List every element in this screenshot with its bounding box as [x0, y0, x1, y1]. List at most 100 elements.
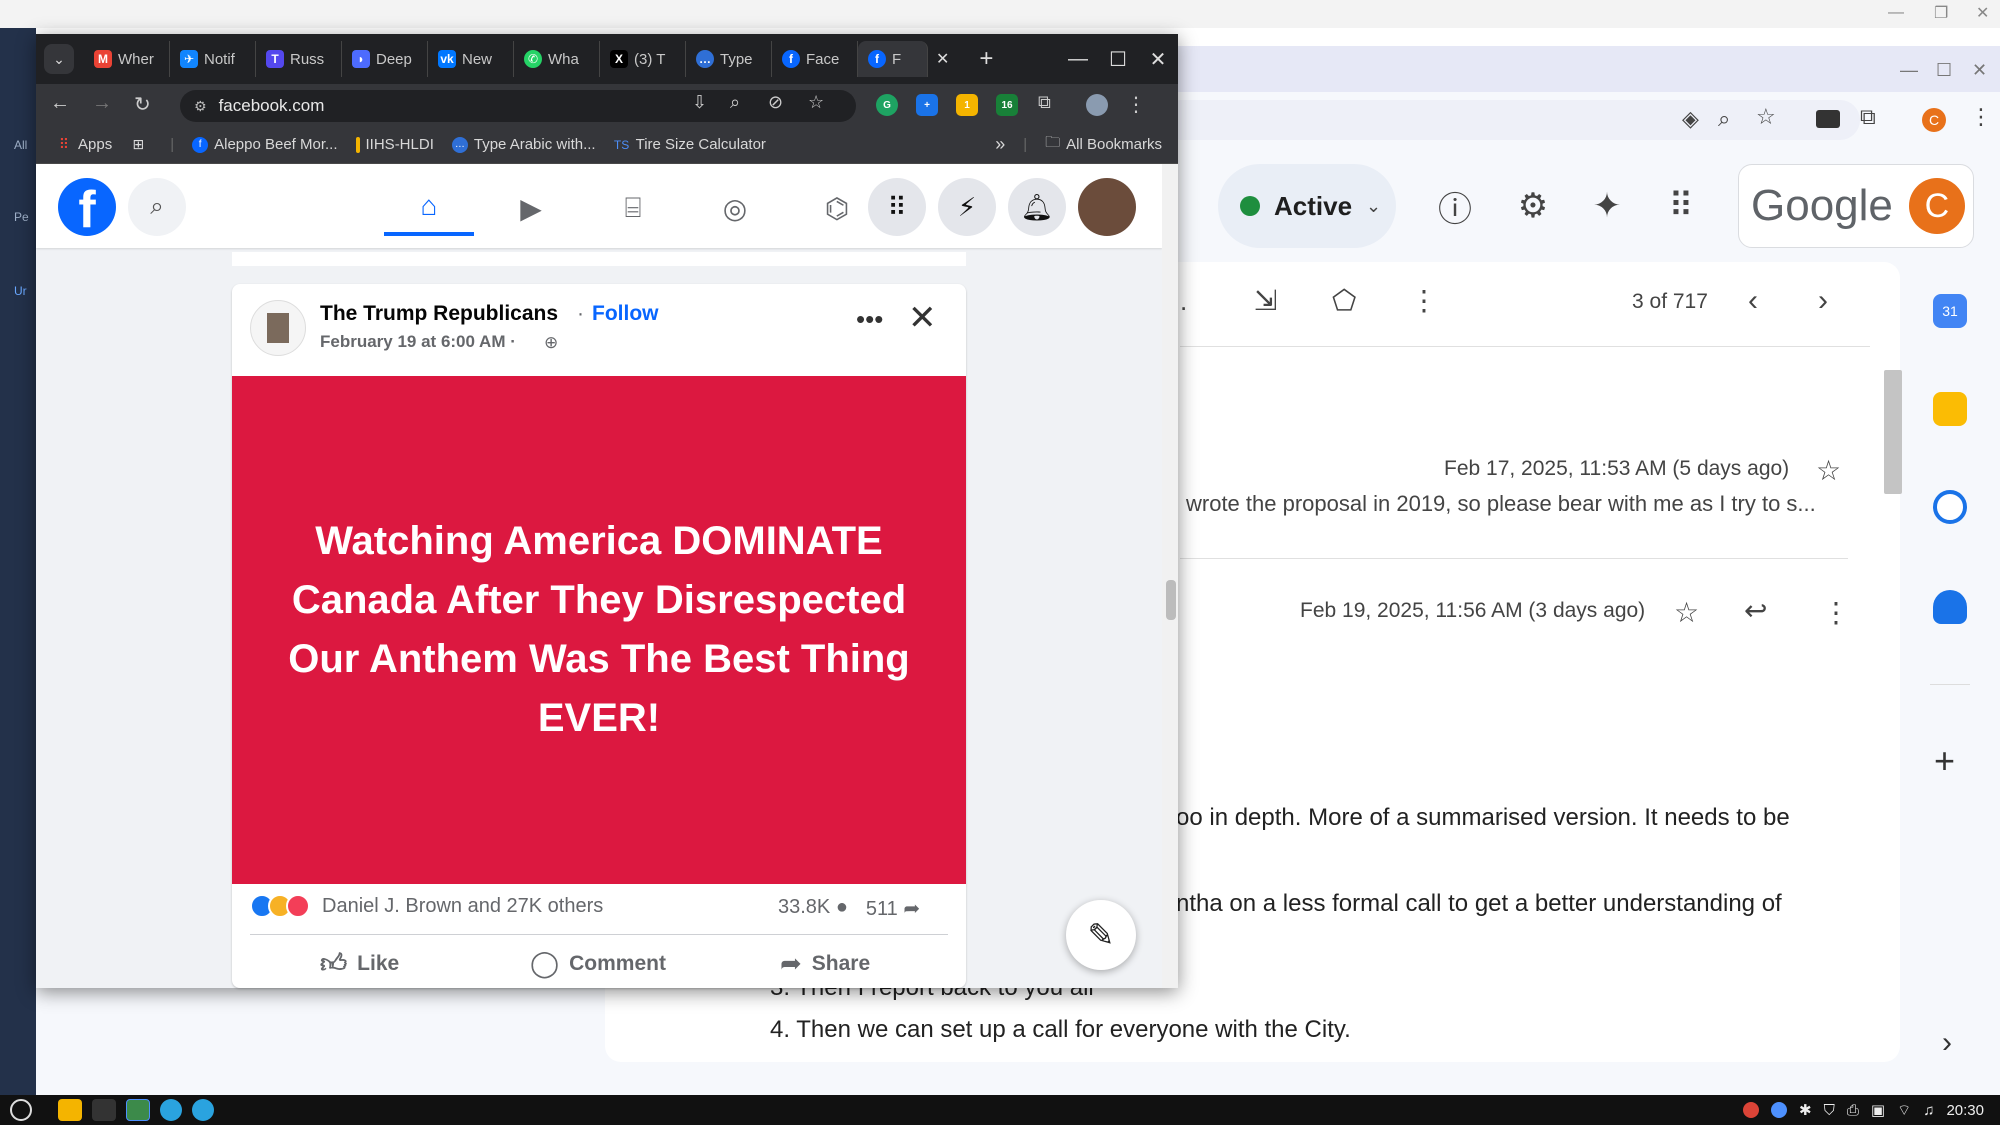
- password-icon[interactable]: [1816, 110, 1840, 128]
- post-author[interactable]: The Trump Republicans: [320, 302, 558, 326]
- reactions-summary[interactable]: Daniel J. Brown and 27K others: [250, 894, 603, 918]
- post-more-icon[interactable]: •••: [856, 304, 883, 335]
- post-image[interactable]: Watching America DOMINATE Canada After T…: [232, 376, 966, 884]
- tab-whatsapp[interactable]: ✆ Wha: [514, 41, 600, 77]
- help-icon[interactable]: ⓘ: [1430, 181, 1480, 231]
- printer-icon[interactable]: ⎙: [1847, 1102, 1859, 1119]
- chevron-right-icon[interactable]: ›: [1818, 284, 1828, 318]
- tab-facebook-active[interactable]: fF: [858, 41, 928, 77]
- tab-x[interactable]: X (3) T: [600, 41, 686, 77]
- account-avatar[interactable]: C: [1908, 178, 1965, 234]
- all-bookmarks-button[interactable]: 🗀 All Bookmarks: [1045, 132, 1162, 157]
- clock[interactable]: 20:30: [1946, 1102, 1984, 1119]
- close-tab-icon[interactable]: ✕: [936, 49, 949, 69]
- star-icon[interactable]: ☆: [1756, 104, 1776, 130]
- close-window-icon[interactable]: ✕: [1138, 47, 1178, 72]
- zoom-icon[interactable]: ⌕: [730, 92, 740, 113]
- post-close-icon[interactable]: ✕: [908, 298, 937, 338]
- back-icon[interactable]: ←: [50, 92, 70, 115]
- minimize-icon[interactable]: —: [1058, 48, 1098, 71]
- gmail-minimize-icon[interactable]: —: [1900, 60, 1918, 81]
- email-2-more-icon[interactable]: ⋮: [1822, 596, 1850, 629]
- calendar-icon[interactable]: 31: [1933, 294, 1967, 328]
- extensions-icon[interactable]: ⧉: [1860, 104, 1876, 130]
- more-bookmarks-icon[interactable]: »: [995, 134, 1005, 155]
- tab-vk[interactable]: vk New: [428, 41, 514, 77]
- launcher-icon[interactable]: [10, 1099, 32, 1121]
- post-timestamp[interactable]: February 19 at 6:00 AM ·: [320, 332, 516, 352]
- nav-groups-icon[interactable]: ◎: [690, 180, 780, 236]
- more-options-icon[interactable]: ⋮: [1410, 284, 1438, 317]
- reload-icon[interactable]: ↻: [134, 92, 151, 117]
- tab-search-icon[interactable]: ⌄: [44, 44, 74, 74]
- comment-count[interactable]: 33.8K ●: [778, 896, 848, 921]
- gmail-scrollbar[interactable]: [1884, 370, 1902, 494]
- gmail-maximize-icon[interactable]: ☐: [1936, 60, 1952, 81]
- wifi-icon[interactable]: ⌔: [1897, 1101, 1911, 1120]
- terminal-icon[interactable]: [92, 1099, 116, 1121]
- apps-grid-icon[interactable]: ⠿: [1656, 181, 1706, 231]
- facebook-logo-icon[interactable]: f: [58, 178, 116, 236]
- grammarly-icon[interactable]: G: [876, 94, 898, 116]
- chrome-tray-icon[interactable]: [1743, 1102, 1760, 1118]
- keep-icon[interactable]: [1933, 392, 1967, 426]
- new-tab-icon[interactable]: +: [979, 45, 993, 73]
- nav-video-icon[interactable]: ▶: [486, 180, 576, 236]
- share-button[interactable]: ➦ Share: [780, 948, 870, 979]
- clipboard-icon[interactable]: ▣: [1871, 1101, 1885, 1119]
- label-icon[interactable]: ⬠: [1332, 284, 1356, 317]
- volume-icon[interactable]: ♫: [1923, 1102, 1934, 1119]
- move-to-icon[interactable]: ⇲: [1254, 284, 1277, 317]
- tab-truth[interactable]: T Russ: [256, 41, 342, 77]
- add-addon-icon[interactable]: +: [1934, 740, 1955, 782]
- menu-grid-icon[interactable]: ⠿: [868, 178, 926, 236]
- extensions-icon[interactable]: ⧉: [1038, 92, 1051, 113]
- scrollbar-thumb[interactable]: [1166, 580, 1176, 620]
- tab-type-arabic[interactable]: … Type: [686, 41, 772, 77]
- chrome-menu-icon[interactable]: ⋮: [1126, 92, 1146, 117]
- search-icon[interactable]: ⌕: [128, 178, 186, 236]
- share-count[interactable]: 511 ➦: [866, 896, 920, 921]
- email-2-star-icon[interactable]: ☆: [1674, 596, 1699, 629]
- plus-extension-icon[interactable]: +: [916, 94, 938, 116]
- eye-off-icon[interactable]: ⊘: [768, 92, 783, 113]
- tasks-icon[interactable]: [1933, 490, 1967, 524]
- bookmark-apps[interactable]: ⠿ Apps: [56, 136, 112, 153]
- nav-home-icon[interactable]: ⌂: [384, 180, 474, 236]
- bookmark-aleppo[interactable]: f Aleppo Beef Mor...: [192, 136, 338, 153]
- bookmark-tire-size[interactable]: TS Tire Size Calculator: [614, 136, 766, 153]
- files-icon[interactable]: [58, 1099, 82, 1121]
- gmail-address-bar[interactable]: [1160, 100, 1860, 140]
- messenger-icon[interactable]: ⚡: [938, 178, 996, 236]
- email-1-preview[interactable]: wrote the proposal in 2019, so please be…: [1186, 491, 1816, 517]
- badge-extension-icon[interactable]: 16: [996, 94, 1018, 116]
- menu-icon[interactable]: ⋮: [1970, 104, 1992, 130]
- chevron-left-icon[interactable]: ‹: [1748, 284, 1758, 318]
- eye-icon[interactable]: ◈: [1682, 106, 1699, 132]
- nav-marketplace-icon[interactable]: ⌸: [588, 180, 678, 236]
- bookmark-grid[interactable]: ⊞: [130, 136, 152, 153]
- network-tray-icon[interactable]: [1771, 1102, 1788, 1118]
- maximize-icon[interactable]: ☐: [1098, 47, 1138, 72]
- note-extension-icon[interactable]: 1: [956, 94, 978, 116]
- expand-panel-icon[interactable]: ›: [1942, 1026, 1952, 1060]
- telegram-icon[interactable]: [160, 1099, 182, 1121]
- profile-icon[interactable]: C: [1922, 108, 1946, 132]
- tab-deepseek[interactable]: ◗ Deep: [342, 41, 428, 77]
- bookmark-type-arabic[interactable]: … Type Arabic with...: [451, 136, 596, 153]
- gemini-sparkle-icon[interactable]: ✦: [1582, 181, 1632, 231]
- bluetooth-icon[interactable]: ✱: [1799, 1101, 1812, 1119]
- tab-gmail[interactable]: M Wher: [84, 41, 170, 77]
- gmail-close-icon[interactable]: ✕: [1972, 60, 1987, 81]
- profile-avatar[interactable]: [1078, 178, 1136, 236]
- google-account-box[interactable]: Google C: [1738, 164, 1974, 248]
- tab-facebook[interactable]: f Face: [772, 41, 858, 77]
- like-button[interactable]: 👍︎ Like: [320, 948, 399, 979]
- email-1-star-icon[interactable]: ☆: [1816, 454, 1841, 487]
- notifications-bell-icon[interactable]: 🔔︎: [1008, 178, 1066, 236]
- zoom-icon[interactable]: ⌕: [1718, 106, 1730, 132]
- comment-button[interactable]: ◯ Comment: [530, 948, 666, 979]
- telegram-icon[interactable]: [192, 1099, 214, 1121]
- profile-avatar-icon[interactable]: [1086, 94, 1108, 116]
- compose-edit-icon[interactable]: ✎: [1066, 900, 1136, 970]
